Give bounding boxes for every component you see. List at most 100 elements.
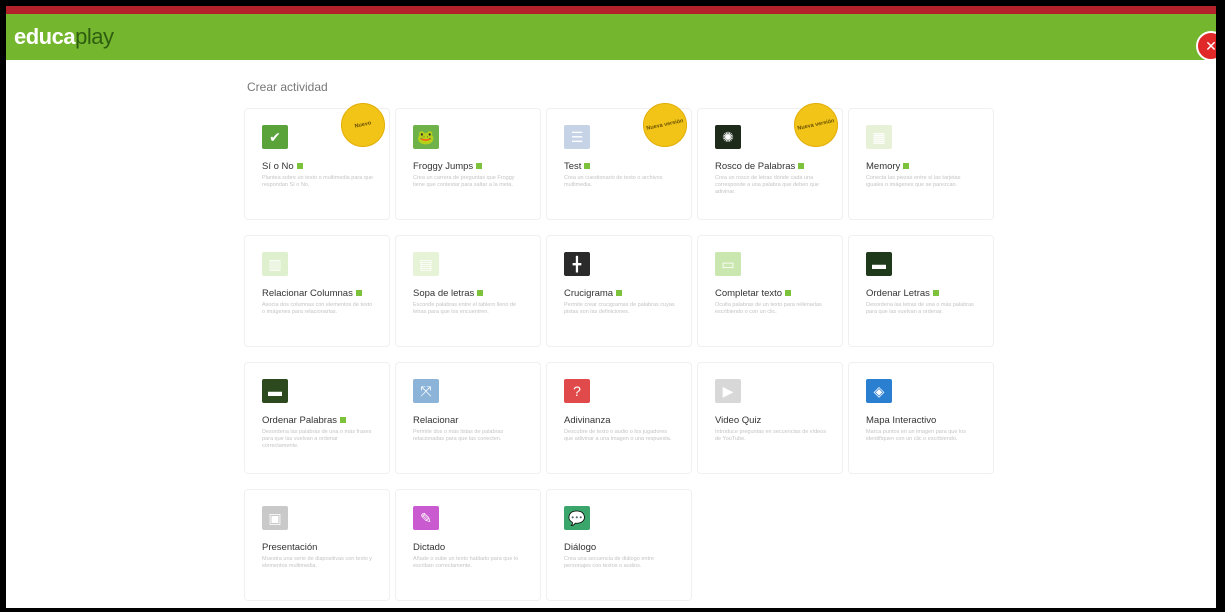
word-search-icon: ▤ — [413, 252, 439, 276]
activity-description: Desordena las letras de una o más palabr… — [866, 302, 974, 315]
activity-card[interactable]: 💬 Diálogo Crea una secuencia de diálogo en… — [546, 489, 692, 601]
activity-name-label: Ordenar Palabras — [262, 415, 337, 426]
activity-card[interactable]: ◈ Mapa Interactivo Marca puntos en un imag… — [848, 362, 994, 474]
activity-name: Video Quiz — [715, 415, 761, 426]
map-icon: ◈ — [866, 379, 892, 403]
activity-description: Marca puntos en un imagen para que los i… — [866, 429, 966, 442]
activity-card[interactable]: ╋ Crucigrama Permite crear crucigramas de … — [546, 235, 692, 347]
activity-card[interactable]: ▶ Video Quiz Introduce preguntas en secuen… — [697, 362, 843, 474]
activity-card[interactable]: ✎ Dictado Añade o sube un texto hablado pa… — [395, 489, 541, 601]
activity-name-label: Dictado — [413, 542, 446, 553]
activity-card[interactable]: ▥ Relacionar Columnas Asocia dos columnas … — [244, 235, 390, 347]
activity-card[interactable]: ▭ Completar texto Oculta palabras de un te… — [697, 235, 843, 347]
dictation-icon: ✎ — [413, 506, 439, 530]
activity-name-label: Ordenar Letras — [866, 288, 930, 299]
activity-name: Ordenar Palabras — [262, 415, 346, 426]
activity-description: Introduce preguntas en secuencias de víd… — [715, 429, 826, 442]
activity-grid: ✔ Sí o No Plantea sobre un texto o multime… — [244, 98, 1004, 601]
crossword-icon: ╋ — [564, 252, 590, 276]
activity-name: Relacionar Columnas — [262, 288, 362, 299]
close-button[interactable]: ✕ — [1196, 31, 1216, 61]
main-content: Crear actividad ✔ Sí o No Plantea sobre un… — [244, 80, 1004, 601]
logo-text: educa — [14, 24, 76, 49]
activity-card[interactable]: ☰ Test Crea un cuestionario de texto o arc… — [546, 98, 692, 220]
activity-name: Ordenar Letras — [866, 288, 939, 299]
check-cross-icon: ✔ — [262, 125, 288, 149]
page-title: Crear actividad — [247, 80, 328, 94]
new-badge: Nueva versión — [789, 98, 843, 152]
activity-name-label: Sopa de letras — [413, 288, 475, 299]
activity-card[interactable]: ⤧ Relacionar Permite dos o más listas de p… — [395, 362, 541, 474]
activity-name-label: Diálogo — [564, 542, 597, 553]
activity-name: Froggy Jumps — [413, 161, 483, 172]
activity-card[interactable]: ▬ Ordenar Letras Desordena las letras de u… — [848, 235, 994, 347]
header-bar: educaplay ✕ — [6, 14, 1216, 61]
activity-description: Añade o sube un texto hablado para que l… — [413, 556, 519, 569]
activity-name-label: Rosco de Palabras — [715, 161, 796, 172]
activity-card[interactable]: ? Adivinanza Descubre de texto o audio o l… — [546, 362, 692, 474]
app-window: educaplay ✕ Crear actividad ✔ Sí o No Plan… — [6, 6, 1216, 608]
activity-name-label: Sí o No — [262, 161, 294, 172]
activity-name: Sí o No — [262, 161, 303, 172]
activity-description: Crea un carrera de preguntas que Froggy … — [413, 175, 515, 188]
activity-name: Memory — [866, 161, 910, 172]
activity-name-label: Relacionar — [413, 415, 459, 426]
activity-description: Conecta las piezas entre sí las tarjetas… — [866, 175, 961, 188]
activity-name-label: Froggy Jumps — [413, 161, 474, 172]
activity-card[interactable]: ▬ Ordenar Palabras Desordena las palabras … — [244, 362, 390, 474]
activity-description: Permite crear crucigramas de palabras cu… — [564, 302, 675, 315]
presentation-icon: ▣ — [262, 506, 288, 530]
educaplay-logo[interactable]: educaplay — [14, 24, 114, 50]
premium-badge-icon — [476, 163, 483, 170]
memory-cards-icon: ▦ — [866, 125, 892, 149]
premium-badge-icon — [355, 290, 362, 297]
letter-wheel-icon: ✺ — [715, 125, 741, 149]
activity-name: Rosco de Palabras — [715, 161, 805, 172]
activity-name: Dictado — [413, 542, 445, 553]
columns-icon: ▥ — [262, 252, 288, 276]
fill-text-icon: ▭ — [715, 252, 741, 276]
activity-description: Desordena las palabras de una o más fras… — [262, 429, 372, 449]
activity-name: Mapa Interactivo — [866, 415, 936, 426]
activity-card[interactable]: ✺ Rosco de Palabras Crea un rosco de letra… — [697, 98, 843, 220]
activity-name-label: Relacionar Columnas — [262, 288, 353, 299]
riddle-icon: ? — [564, 379, 590, 403]
frog-icon: 🐸 — [413, 125, 439, 149]
top-strip — [6, 6, 1216, 14]
activity-card[interactable]: ▤ Sopa de letras Esconde palabras entre el… — [395, 235, 541, 347]
activity-description: Oculta palabras de un texto para rellena… — [715, 302, 822, 315]
premium-badge-icon — [296, 163, 303, 170]
activity-name: Diálogo — [564, 542, 596, 553]
activity-name: Relacionar — [413, 415, 458, 426]
premium-badge-icon — [339, 417, 346, 424]
activity-description: Asocia dos columnas con elementos de tex… — [262, 302, 373, 315]
premium-badge-icon — [785, 290, 792, 297]
activity-name-label: Test — [564, 161, 582, 172]
test-list-icon: ☰ — [564, 125, 590, 149]
words-icon: ▬ — [262, 379, 288, 403]
activity-description: Plantea sobre un texto o multimedia para… — [262, 175, 373, 188]
activity-name-label: Adivinanza — [564, 415, 611, 426]
activity-name: Sopa de letras — [413, 288, 484, 299]
activity-card[interactable]: ▦ Memory Conecta las piezas entre sí las t… — [848, 108, 994, 220]
activity-card[interactable]: 🐸 Froggy Jumps Crea un carrera de pregunta… — [395, 108, 541, 220]
activity-description: Crea un cuestionario de texto o archivos… — [564, 175, 663, 188]
activity-description: Muestra una serie de diapositivas con te… — [262, 556, 373, 569]
activity-card[interactable]: ▣ Presentación Muestra una serie de diapos… — [244, 489, 390, 601]
activity-name: Test — [564, 161, 591, 172]
activity-name-label: Memory — [866, 161, 901, 172]
premium-badge-icon — [903, 163, 910, 170]
relate-icon: ⤧ — [413, 379, 439, 403]
new-badge: Nueva versión — [638, 98, 692, 152]
dialogue-icon: 💬 — [564, 506, 590, 530]
premium-badge-icon — [932, 290, 939, 297]
activity-description: Descubre de texto o audio o los jugadore… — [564, 429, 672, 442]
activity-name-label: Mapa Interactivo — [866, 415, 937, 426]
activity-name-label: Video Quiz — [715, 415, 762, 426]
activity-card[interactable]: ✔ Sí o No Plantea sobre un texto o multime… — [244, 98, 390, 220]
premium-badge-icon — [477, 290, 484, 297]
premium-badge-icon — [798, 163, 805, 170]
activity-name: Crucigrama — [564, 288, 623, 299]
activity-description: Permite dos o más listas de palabras rel… — [413, 429, 504, 442]
activity-name: Presentación — [262, 542, 317, 553]
